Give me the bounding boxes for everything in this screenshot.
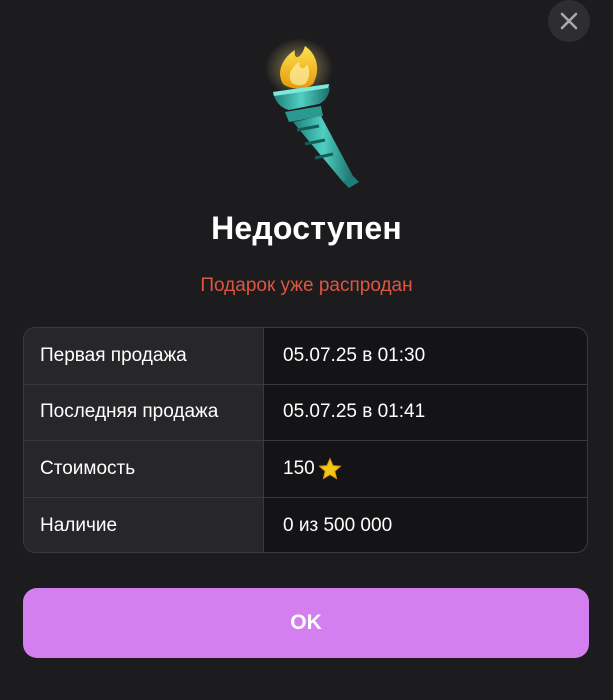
price-amount: 150 <box>283 457 315 479</box>
row-label: Первая продажа <box>24 328 264 384</box>
torch-icon <box>255 30 375 188</box>
table-row: Наличие 0 из 500 000 <box>24 497 587 552</box>
star-icon <box>318 457 342 481</box>
row-value: 0 из 500 000 <box>283 514 393 536</box>
table-row: Последняя продажа 05.07.25 в 01:41 <box>24 384 587 441</box>
table-row: Стоимость 150 <box>24 441 587 498</box>
row-value: 05.07.25 в 01:41 <box>283 401 426 423</box>
row-label: Наличие <box>24 497 264 552</box>
close-button[interactable] <box>548 0 590 42</box>
row-label: Последняя продажа <box>24 384 264 440</box>
ok-button[interactable]: OK <box>23 588 589 658</box>
row-label: Стоимость <box>24 441 264 497</box>
price-value: 150 <box>264 441 587 497</box>
close-icon <box>560 12 578 30</box>
gift-info-table: Первая продажа 05.07.25 в 01:30 Последня… <box>23 327 588 553</box>
row-value: 05.07.25 в 01:30 <box>283 344 426 366</box>
table-row: Первая продажа 05.07.25 в 01:30 <box>24 328 587 385</box>
status-subtitle: Подарок уже распродан <box>200 275 413 296</box>
dialog-title: Недоступен <box>211 210 402 246</box>
